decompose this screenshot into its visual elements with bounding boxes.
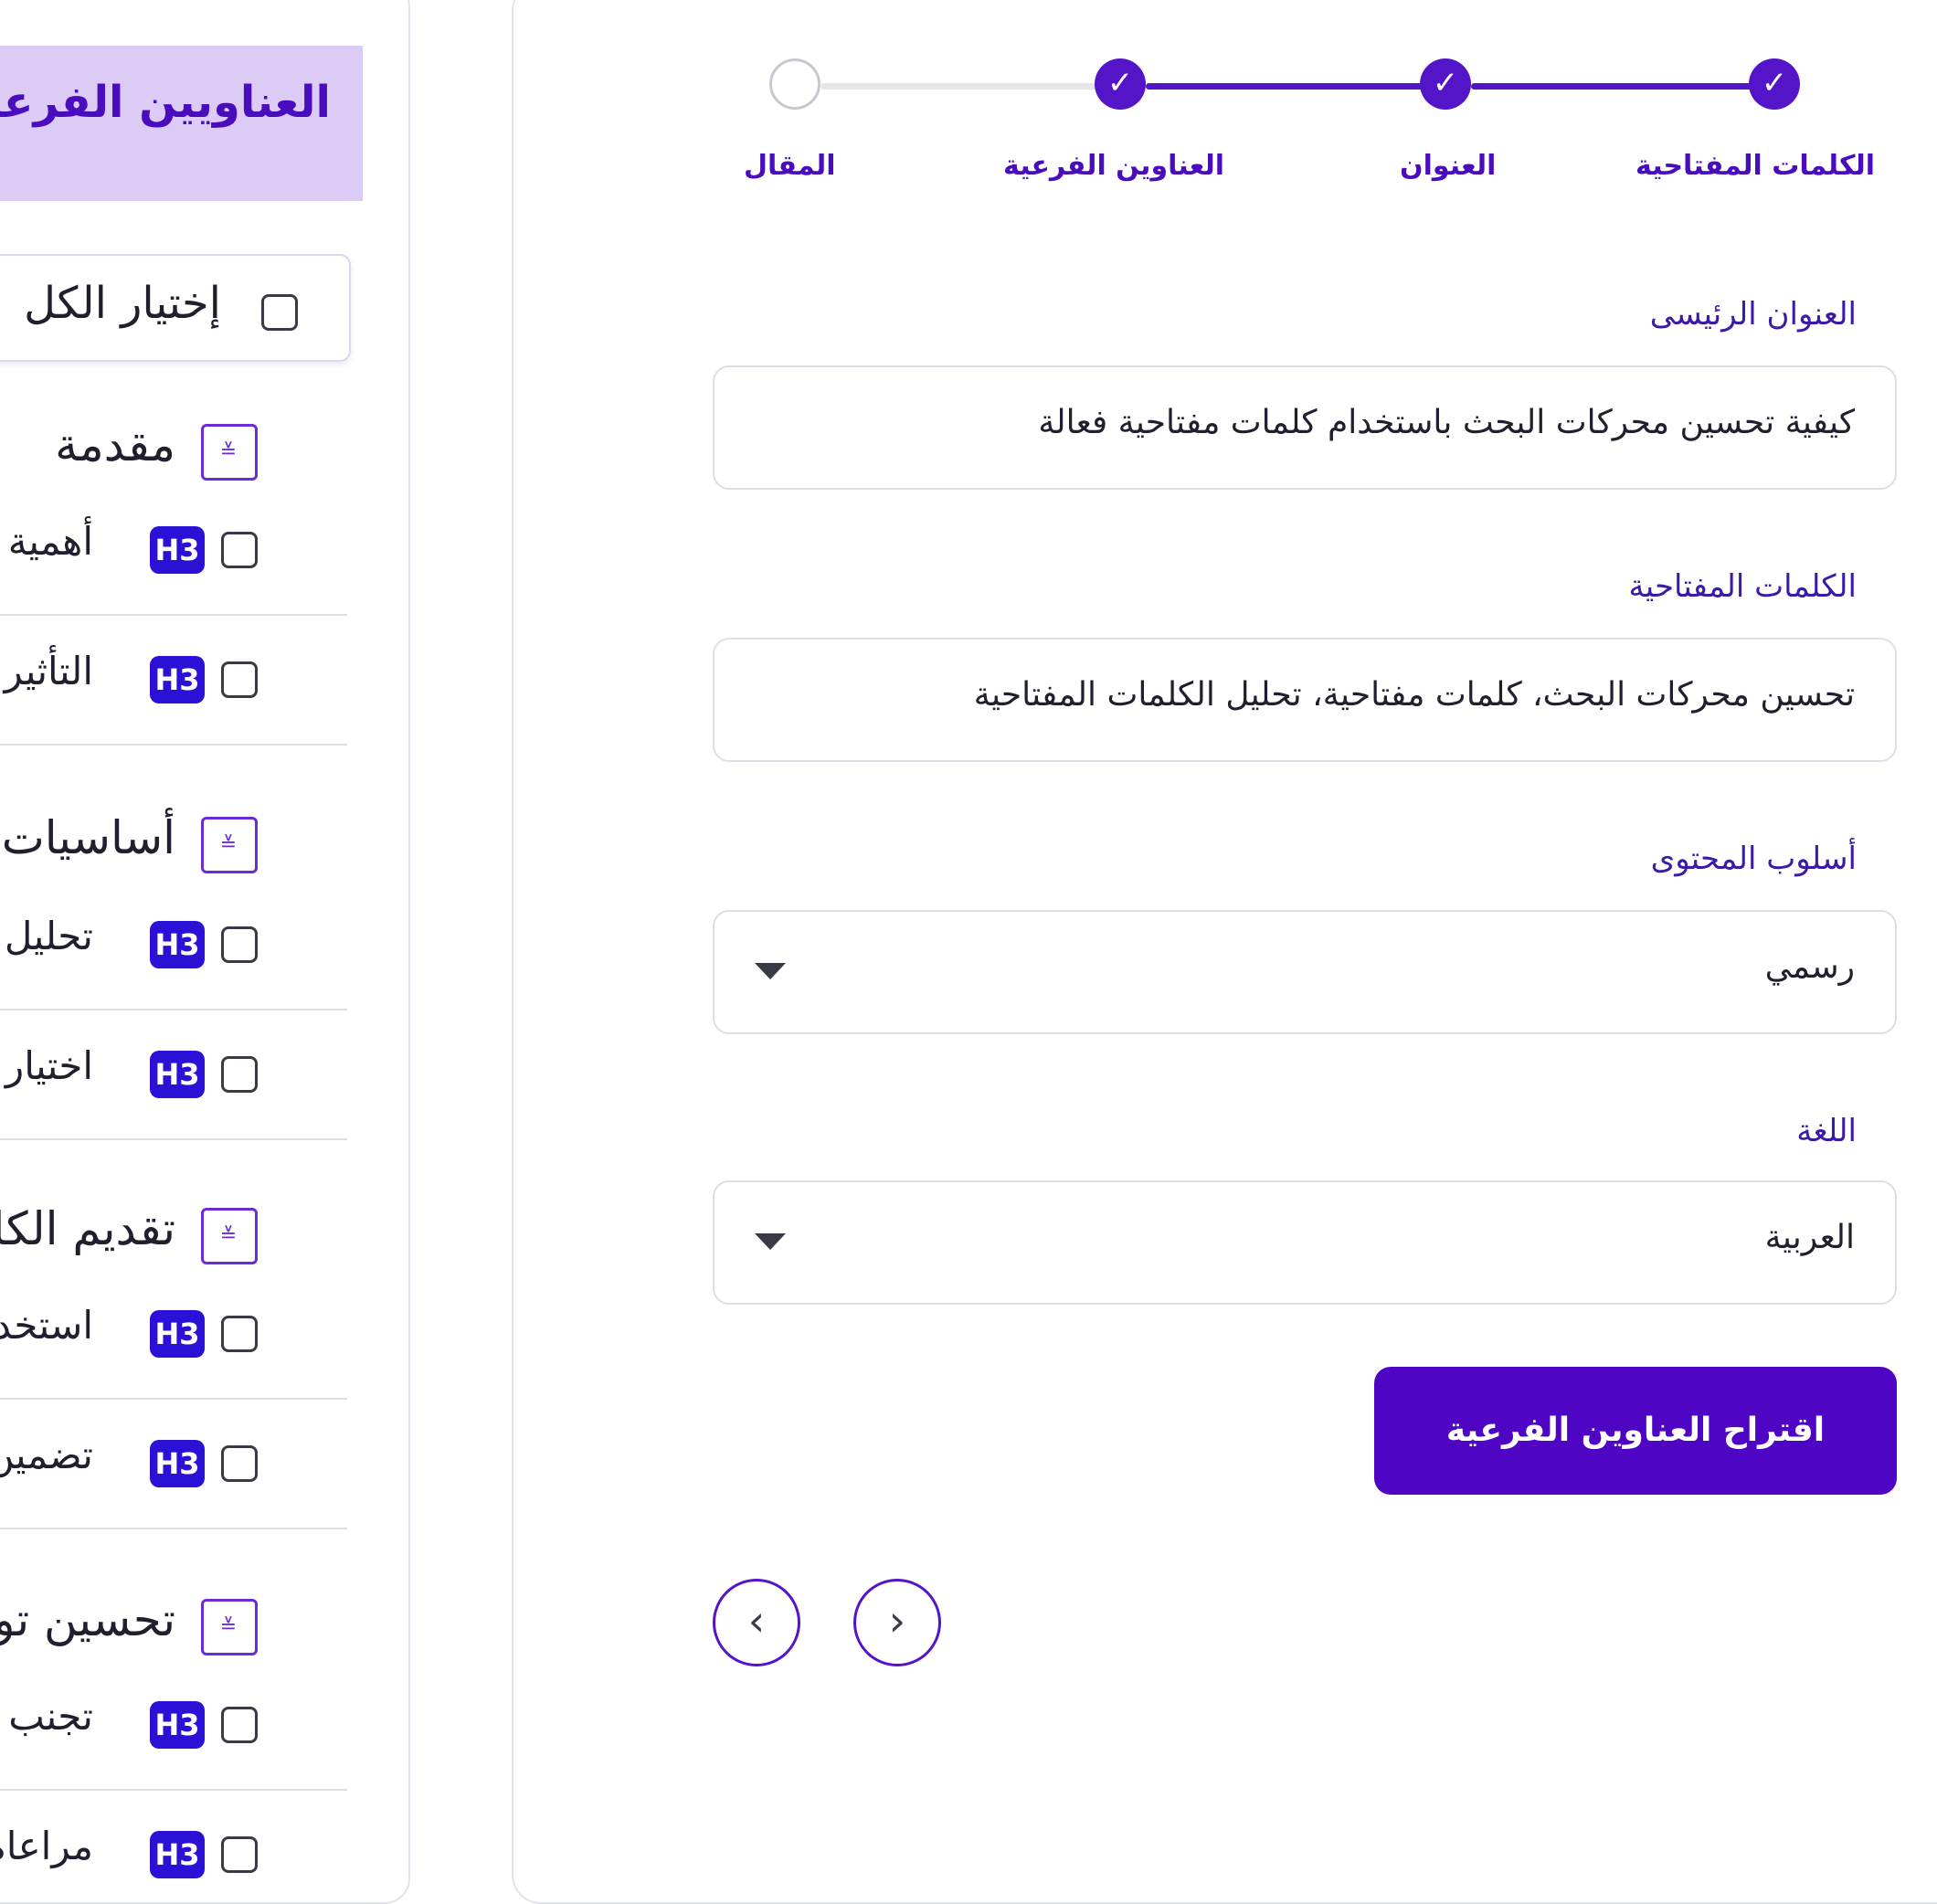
item-text: استخدام الكلمات في العناوين xyxy=(0,1303,93,1348)
chevron-right-icon[interactable]: › xyxy=(853,1579,941,1666)
collapse-toggle-icon[interactable]: ≚ xyxy=(201,424,258,481)
language-value: العربية xyxy=(1764,1219,1855,1256)
dropdown-arrow-icon[interactable] xyxy=(755,1233,786,1250)
main-title-label: العنوان الرئيسى xyxy=(1649,296,1857,333)
item-checkbox[interactable] xyxy=(221,1056,258,1093)
check-icon[interactable]: ✓ xyxy=(1095,58,1146,110)
step-connector xyxy=(820,83,1109,90)
collapse-toggle-icon[interactable]: ≚ xyxy=(201,1208,258,1264)
step-pending-icon[interactable] xyxy=(769,58,820,110)
dropdown-arrow-icon[interactable] xyxy=(755,963,786,979)
section-row: ≚ أساسيات الكلمات المفتاحية xyxy=(0,811,267,875)
collapse-toggle-icon[interactable]: ≚ xyxy=(201,1599,258,1655)
subheading-item[interactable]: H3 تحليل الكلمات المفتاحية xyxy=(0,879,347,1010)
content-style-label: أسلوب المحتوى xyxy=(1650,841,1857,877)
check-icon[interactable]: ✓ xyxy=(1420,58,1471,110)
section-title: تحسين توزيع الكلمات xyxy=(0,1593,175,1646)
step-connector xyxy=(1471,83,1767,90)
main-title-input[interactable]: كيفية تحسين محركات البحث باستخدام كلمات … xyxy=(713,365,1897,490)
h3-badge: H3 xyxy=(150,656,205,703)
select-all-checkbox[interactable] xyxy=(261,294,298,331)
subheading-item[interactable]: H3 اختيار كلمات مفتاحية فعالة xyxy=(0,1009,347,1140)
keywords-label: الكلمات المفتاحية xyxy=(1628,568,1857,605)
collapse-toggle-icon[interactable]: ≚ xyxy=(201,817,258,873)
subheading-item[interactable]: H3 التأثير المباشر للكلمات المفتاحية xyxy=(0,614,347,746)
item-checkbox[interactable] xyxy=(221,1445,258,1482)
item-checkbox[interactable] xyxy=(221,532,258,568)
item-text: تجنب الحشو الزائد xyxy=(0,1694,93,1739)
item-text: أهمية تحسين محركات البحث xyxy=(0,519,93,564)
section-title: تقديم الكلمات المفتاحية xyxy=(0,1202,175,1255)
subheading-item[interactable]: H3 استخدام الكلمات في العناوين xyxy=(0,1268,347,1400)
language-label: اللغة xyxy=(1796,1113,1857,1149)
h3-badge: H3 xyxy=(150,526,205,574)
h3-badge: H3 xyxy=(150,1701,205,1749)
h3-badge: H3 xyxy=(150,1440,205,1487)
item-checkbox[interactable] xyxy=(221,661,258,698)
item-text: اختيار كلمات مفتاحية فعالة xyxy=(0,1043,93,1088)
section-row: ≚ تقديم الكلمات المفتاحية xyxy=(0,1202,267,1266)
step-label-article[interactable]: المقال xyxy=(744,150,836,182)
item-text: تحليل الكلمات المفتاحية xyxy=(0,914,93,958)
item-checkbox[interactable] xyxy=(221,1707,258,1743)
keywords-input[interactable]: تحسين محركات البحث، كلمات مفتاحية، تحليل… xyxy=(713,638,1897,762)
content-style-select[interactable]: رسمي xyxy=(713,910,1897,1034)
subheading-item[interactable]: H3 تجنب الحشو الزائد xyxy=(0,1659,347,1791)
section-title: أساسيات الكلمات المفتاحية xyxy=(0,811,175,864)
h3-badge: H3 xyxy=(150,1051,205,1098)
step-label-subheadings[interactable]: العناوين الفرعية xyxy=(1003,150,1224,182)
subheading-item[interactable]: H3 أهمية تحسين محركات البحث xyxy=(0,484,347,616)
select-all-row[interactable]: إختيار الكل xyxy=(0,254,351,362)
subheading-item[interactable]: H3 تضمين الكلمات في المحتوى xyxy=(0,1398,347,1529)
chevron-left-icon[interactable]: ‹ xyxy=(713,1579,800,1666)
h3-badge: H3 xyxy=(150,1310,205,1358)
progress-stepper: ✓ ✓ ✓ المقال العناوين الفرعية العنوان ال… xyxy=(0,0,1937,210)
step-connector xyxy=(1146,83,1436,90)
content-style-value: رسمي xyxy=(1764,948,1855,986)
suggest-subheadings-button[interactable]: اقتراح العناوين الفرعية xyxy=(1374,1367,1897,1495)
subheading-item[interactable]: H3 مراعاة كثافة الكلمات xyxy=(0,1789,347,1902)
language-select[interactable]: العربية xyxy=(713,1180,1897,1305)
select-all-label: إختيار الكل xyxy=(24,278,221,329)
h3-badge: H3 xyxy=(150,921,205,968)
section-title: مقدمة xyxy=(55,418,175,471)
subheadings-panel: العناويين الفرعية إختيار الكل ≚ مقدمة H3… xyxy=(0,0,410,1904)
section-row: ≚ تحسين توزيع الكلمات xyxy=(0,1593,267,1657)
main-title-value: كيفية تحسين محركات البحث باستخدام كلمات … xyxy=(1038,404,1855,441)
item-checkbox[interactable] xyxy=(221,1316,258,1352)
step-label-title[interactable]: العنوان xyxy=(1400,150,1496,182)
item-text: تضمين الكلمات في المحتوى xyxy=(0,1433,93,1477)
section-row: ≚ مقدمة xyxy=(0,418,267,482)
keywords-value: تحسين محركات البحث، كلمات مفتاحية، تحليل… xyxy=(973,676,1855,714)
item-checkbox[interactable] xyxy=(221,1836,258,1873)
h3-badge: H3 xyxy=(150,1831,205,1878)
step-label-keywords[interactable]: الكلمات المفتاحية xyxy=(1635,150,1875,182)
item-checkbox[interactable] xyxy=(221,926,258,963)
check-icon[interactable]: ✓ xyxy=(1749,58,1800,110)
item-text: التأثير المباشر للكلمات المفتاحية xyxy=(0,649,93,693)
item-text: مراعاة كثافة الكلمات xyxy=(0,1824,93,1868)
